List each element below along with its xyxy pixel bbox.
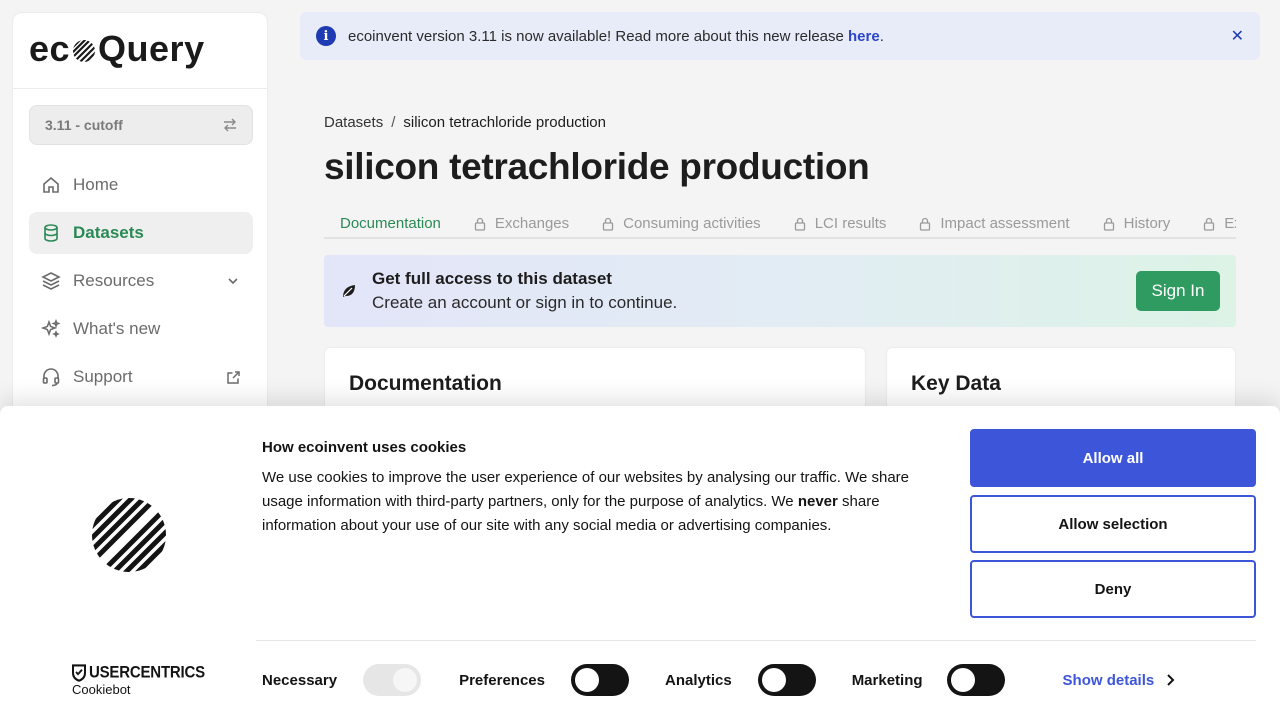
access-panel: Get full access to this dataset Create a… (324, 255, 1236, 327)
toggle-label: Analytics (664, 671, 732, 689)
tab-label: Exchanges (494, 215, 570, 232)
database-icon (41, 223, 61, 243)
toggle-analytics: Analytics (665, 664, 816, 696)
breadcrumb-current: silicon tetrachloride production (403, 114, 606, 131)
show-details-label: Show details (1062, 671, 1155, 689)
tab-ex[interactable]: Ex (1186, 210, 1236, 237)
shield-icon (72, 663, 86, 682)
toggle-label: Preferences (459, 671, 545, 689)
headset-icon (41, 367, 61, 387)
lock-icon (1204, 217, 1215, 231)
layers-icon (41, 271, 61, 291)
deny-button[interactable]: Deny (970, 560, 1256, 618)
allow-selection-button[interactable]: Allow selection (970, 495, 1256, 553)
marketing-switch[interactable] (946, 664, 1005, 696)
allow-all-button[interactable]: Allow all (970, 429, 1256, 487)
cookie-toggles: Necessary Preferences Analytics Marketin… (262, 664, 1176, 696)
tab-documentation[interactable]: Documentation (324, 210, 457, 237)
page-title: silicon tetrachloride production (324, 146, 870, 187)
tab-label: Consuming activities (623, 215, 761, 232)
cookiebot-logo-icon (92, 498, 166, 572)
tab-bar: Documentation Exchanges Consuming activi… (324, 210, 1236, 239)
sidebar-item-label: Resources (73, 271, 155, 290)
chevron-down-icon[interactable] (225, 273, 241, 289)
breadcrumb: Datasets / silicon tetrachloride product… (324, 114, 606, 131)
info-icon: i (316, 26, 336, 46)
home-icon (41, 175, 61, 195)
banner-link[interactable]: here (848, 28, 880, 45)
external-link-icon (225, 369, 241, 385)
banner-suffix: . (879, 27, 884, 45)
toggle-label: Necessary (262, 671, 338, 689)
sidebar-item-label: What's new (73, 319, 161, 338)
release-banner: i ecoinvent version 3.11 is now availabl… (300, 12, 1260, 60)
cookie-description: We use cookies to improve the user exper… (262, 466, 932, 538)
chevron-right-icon (1167, 674, 1175, 686)
tab-label: Ex (1224, 215, 1236, 232)
cookie-divider (256, 640, 1256, 641)
toggle-necessary: Necessary (262, 664, 422, 696)
tab-consuming-activities[interactable]: Consuming activities (585, 210, 777, 237)
show-details-link[interactable]: Show details (1063, 672, 1177, 689)
sidebar-item-support[interactable]: Support (29, 356, 253, 398)
access-text: Get full access to this dataset Create a… (372, 269, 677, 313)
sidebar-item-label: Support (73, 367, 133, 386)
lock-icon (1103, 217, 1114, 231)
access-title: Get full access to this dataset (372, 269, 612, 288)
sidebar-item-resources[interactable]: Resources (29, 260, 253, 302)
sparkles-icon (41, 319, 61, 339)
breadcrumb-root[interactable]: Datasets (324, 114, 383, 131)
toggle-marketing: Marketing (852, 664, 1005, 696)
toggle-preferences: Preferences (459, 664, 629, 696)
analytics-switch[interactable] (757, 664, 816, 696)
sign-in-button[interactable]: Sign In (1136, 271, 1220, 311)
sidebar-item-whats-new[interactable]: What's new (29, 308, 253, 350)
close-icon[interactable]: ✕ (1231, 26, 1244, 46)
tab-history[interactable]: History (1086, 210, 1187, 237)
necessary-switch (363, 664, 422, 696)
tab-exchanges[interactable]: Exchanges (457, 210, 585, 237)
tab-lci-results[interactable]: LCI results (777, 210, 903, 237)
swap-icon (224, 118, 236, 132)
ecoquery-logo[interactable]: ec Query (29, 28, 205, 69)
tab-label: History (1123, 215, 1171, 232)
lock-icon (794, 217, 805, 231)
sidebar-item-home[interactable]: Home (29, 164, 253, 206)
logo-text-left: ec (29, 28, 71, 69)
tab-impact-assessment[interactable]: Impact assessment (902, 210, 1085, 237)
sidebar-item-datasets[interactable]: Datasets (29, 212, 253, 254)
card-title: Documentation (349, 372, 502, 395)
sidebar-divider (13, 88, 267, 89)
tab-label: Impact assessment (940, 215, 1070, 232)
cookie-title: How ecoinvent uses cookies (262, 439, 467, 456)
sidebar-item-label: Datasets (73, 223, 144, 242)
usercentrics-brand: USERCENTRICS Cookiebot (72, 663, 205, 697)
tab-label: LCI results (814, 215, 887, 232)
lock-icon (474, 217, 486, 231)
brand-name: USERCENTRICS (89, 663, 205, 682)
card-title: Key Data (911, 372, 1001, 395)
breadcrumb-separator: / (391, 114, 396, 131)
version-selector[interactable]: 3.11 - cutoff (29, 105, 253, 145)
access-subtitle: Create an account or sign in to continue… (372, 293, 678, 312)
banner-text: ecoinvent version 3.11 is now available!… (348, 27, 849, 45)
brand-sub: Cookiebot (72, 682, 131, 697)
globe-logo-icon (73, 40, 96, 62)
tab-label: Documentation (340, 215, 441, 232)
lock-icon (602, 217, 614, 231)
sidebar-item-label: Home (73, 175, 119, 194)
cookie-consent-dialog: How ecoinvent uses cookies We use cookie… (0, 406, 1280, 720)
leaf-icon (343, 285, 355, 297)
logo-text-right: Query (98, 28, 205, 69)
version-label: 3.11 - cutoff (45, 117, 123, 133)
cookie-text-bold: never (797, 493, 838, 510)
preferences-switch[interactable] (570, 664, 629, 696)
lock-icon (920, 217, 931, 231)
toggle-label: Marketing (851, 671, 923, 689)
